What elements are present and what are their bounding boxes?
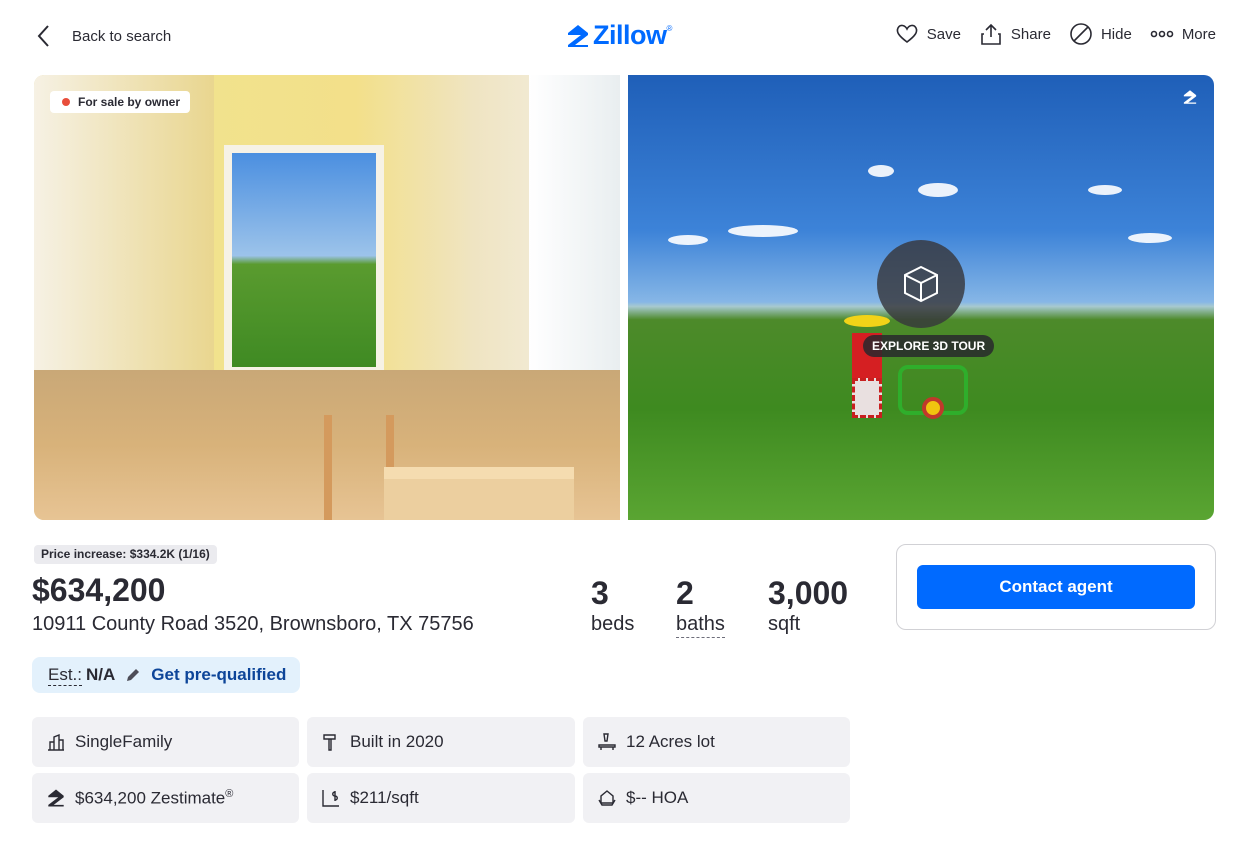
contact-agent-button[interactable]: Contact agent (917, 565, 1195, 609)
baths-value: 2 (676, 575, 694, 611)
zestimate-text: $634,200 Zestimate (75, 788, 226, 808)
beds-value: 3 (591, 575, 609, 611)
more-icon (1150, 30, 1174, 38)
cube-icon (904, 265, 938, 303)
farmer-figure (838, 315, 898, 425)
back-label: Back to search (72, 27, 172, 45)
more-label: More (1181, 25, 1216, 43)
fact-text: 12 Acres lot (626, 732, 715, 751)
baths-unit[interactable]: baths (676, 611, 725, 638)
hide-button[interactable]: Hide (1069, 22, 1132, 46)
hoa-icon (598, 790, 616, 806)
back-to-search-button[interactable]: Back to search (34, 22, 171, 50)
estimate-pill: Est.: N/A Get pre-qualified (32, 657, 300, 693)
lot-icon (598, 733, 616, 750)
fact-lot-size: 12 Acres lot (583, 717, 850, 767)
share-icon (981, 23, 1001, 45)
fact-year-built: Built in 2020 (307, 717, 575, 767)
fact-hoa: $-- HOA (583, 773, 850, 823)
zillow-logo-icon (568, 24, 588, 47)
fact-text: SingleFamily (75, 732, 173, 751)
cloud (1088, 185, 1122, 195)
listing-price: $634,200 (32, 572, 166, 608)
fact-text: $211/sqft (350, 788, 419, 807)
for-sale-label: For sale by owner (78, 95, 181, 109)
share-label: Share (1010, 25, 1051, 43)
doorway-view (224, 145, 384, 375)
hide-label: Hide (1100, 25, 1132, 43)
heart-icon (896, 24, 918, 44)
chevron-left-icon (37, 25, 49, 47)
get-pre-qualified-link[interactable]: Get pre-qualified (151, 665, 286, 685)
sqft-value: 3,000 (768, 575, 849, 611)
window-curtain (529, 75, 620, 375)
share-button[interactable]: Share (979, 22, 1051, 46)
save-button[interactable]: Save (895, 22, 961, 46)
price-per-sqft-icon (322, 790, 339, 807)
cloud (918, 183, 958, 197)
explore-3d-tour-label[interactable]: EXPLORE 3D TOUR (863, 335, 995, 357)
more-button[interactable]: More (1150, 22, 1216, 46)
fact-home-type: SingleFamily (32, 717, 299, 767)
3d-tour-photo[interactable]: EXPLORE 3D TOUR (628, 75, 1214, 520)
estimate-label[interactable]: Est.: (48, 665, 83, 686)
save-label: Save (926, 25, 961, 43)
fact-zestimate[interactable]: $634,200 Zestimate® (32, 773, 299, 823)
listing-address: 10911 County Road 3520, Brownsboro, TX 7… (32, 613, 474, 635)
explore-3d-tour-button[interactable] (877, 240, 965, 328)
interior-wall (34, 75, 214, 375)
baths-stat[interactable]: 2 baths (676, 575, 725, 638)
sqft-unit: sqft (768, 613, 801, 635)
bench (384, 467, 574, 520)
fact-text: $634,200 Zestimate® (75, 788, 233, 809)
sqft-stat: 3,000 sqft (768, 575, 848, 637)
zillow-watermark-icon (1183, 90, 1197, 104)
building-icon (48, 733, 64, 751)
pencil-icon[interactable] (125, 667, 141, 683)
registered-mark: ® (666, 24, 673, 33)
beds-stat: 3 beds (591, 575, 634, 637)
lawn-mower (898, 365, 968, 419)
cloud (868, 165, 894, 177)
price-change-badge: Price increase: $334.2K (1/16) (34, 545, 217, 564)
cloud (728, 225, 798, 237)
estimate-value: N/A (86, 665, 116, 684)
for-sale-badge: For sale by owner (50, 91, 191, 113)
zillow-logo[interactable]: Zillow ® (566, 20, 672, 51)
fact-text: $-- HOA (626, 788, 689, 807)
contact-card: Contact agent (896, 544, 1216, 630)
zillow-wordmark: Zillow (593, 20, 667, 50)
zestimate-icon (48, 789, 64, 807)
main-photo[interactable]: For sale by owner (34, 75, 620, 520)
hide-icon (1070, 23, 1092, 45)
beds-unit: beds (591, 613, 635, 635)
fact-text: Built in 2020 (350, 732, 444, 751)
status-dot (62, 98, 70, 106)
top-bar: Back to search Zillow ® Save Share Hide … (0, 0, 1248, 75)
cloud (1128, 233, 1172, 243)
hammer-icon (323, 734, 336, 751)
registered-mark: ® (225, 787, 234, 800)
header-actions: Save Share Hide More (877, 22, 1216, 46)
fact-price-per-sqft: $211/sqft (307, 773, 575, 823)
cloud (668, 235, 708, 245)
